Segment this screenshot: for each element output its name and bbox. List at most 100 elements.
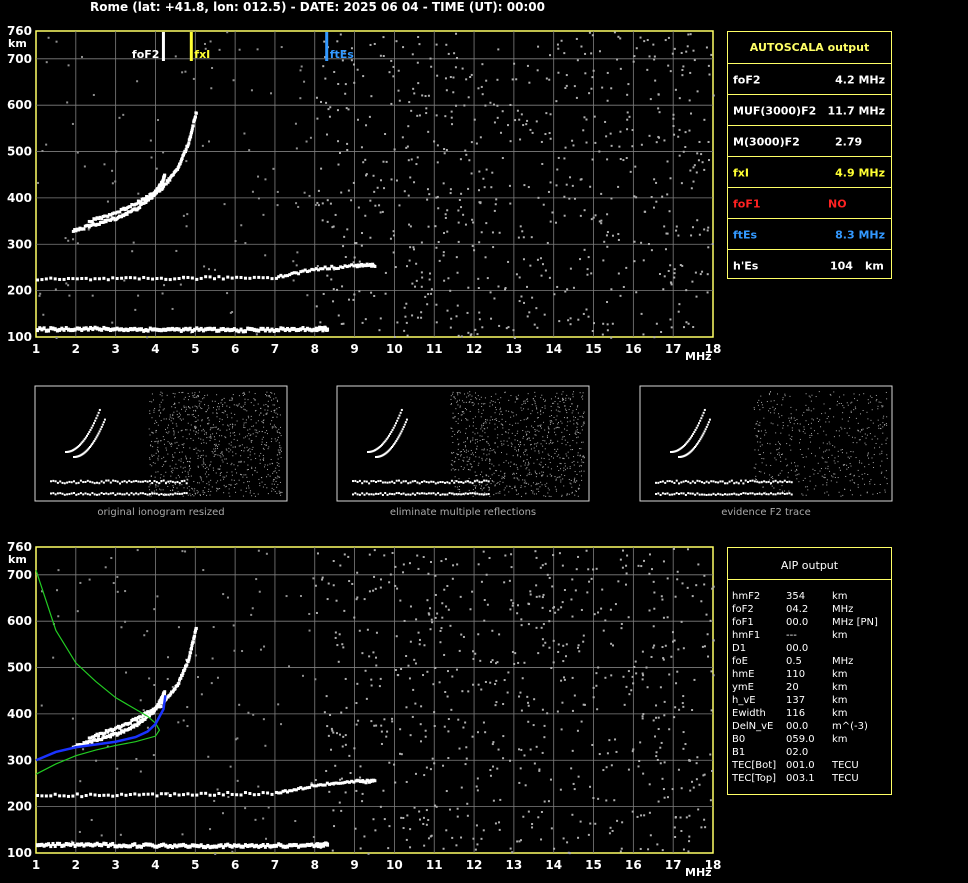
noise-point — [463, 441, 465, 443]
noise-point — [475, 448, 477, 450]
x-tick-label: 1 — [32, 342, 40, 356]
noise-point — [522, 236, 525, 239]
noise-point — [489, 419, 491, 421]
noise-point — [214, 438, 216, 440]
noise-point — [425, 107, 428, 110]
noise-point — [238, 703, 241, 706]
noise-point — [650, 195, 653, 198]
noise-point — [677, 648, 680, 651]
noise-point — [614, 603, 617, 606]
echo-trace — [386, 436, 389, 439]
noise-point — [682, 705, 685, 708]
noise-point — [680, 787, 683, 790]
noise-point — [688, 99, 691, 102]
noise-point — [148, 428, 150, 430]
noise-point — [195, 426, 197, 428]
noise-point — [530, 413, 532, 415]
noise-point — [157, 457, 159, 459]
noise-point — [573, 391, 575, 393]
noise-point — [627, 616, 630, 619]
echo-trace — [388, 492, 391, 495]
noise-point — [696, 152, 699, 155]
noise-point — [200, 693, 203, 696]
noise-point — [433, 711, 436, 714]
noise-point — [518, 748, 521, 751]
noise-point — [326, 725, 329, 728]
noise-point — [828, 421, 830, 423]
noise-point — [564, 428, 566, 430]
noise-point — [541, 751, 544, 754]
echo-trace — [66, 277, 70, 281]
noise-point — [496, 419, 498, 421]
noise-point — [228, 447, 230, 449]
noise-point — [188, 433, 190, 435]
noise-point — [434, 593, 437, 596]
noise-point — [380, 179, 383, 182]
noise-point — [617, 272, 620, 275]
noise-point — [226, 596, 229, 599]
noise-point — [202, 439, 204, 441]
noise-point — [465, 746, 468, 749]
noise-point — [527, 704, 530, 707]
noise-point — [543, 736, 546, 739]
noise-point — [408, 259, 411, 262]
noise-point — [231, 399, 233, 401]
noise-point — [242, 392, 244, 394]
noise-point — [549, 137, 552, 140]
echo-trace — [61, 481, 64, 484]
noise-point — [230, 444, 232, 446]
noise-point — [165, 418, 167, 420]
noise-point — [493, 472, 495, 474]
noise-point — [521, 404, 523, 406]
noise-point — [238, 403, 240, 405]
noise-point — [428, 193, 431, 196]
noise-point — [653, 591, 656, 594]
noise-point — [652, 646, 655, 649]
noise-point — [72, 238, 75, 241]
noise-point — [579, 455, 581, 457]
echo-trace — [49, 276, 53, 280]
noise-point — [494, 412, 496, 414]
noise-point — [149, 434, 151, 436]
noise-point — [280, 723, 283, 726]
noise-point — [834, 473, 836, 475]
noise-point — [373, 575, 376, 578]
noise-point — [315, 305, 318, 308]
noise-point — [552, 661, 555, 664]
noise-point — [240, 461, 242, 463]
noise-point — [499, 483, 501, 485]
noise-point — [467, 286, 470, 289]
noise-point — [490, 661, 493, 664]
noise-point — [156, 595, 159, 598]
noise-point — [455, 408, 457, 410]
x-tick-label: 17 — [665, 858, 682, 872]
noise-point — [337, 82, 340, 85]
noise-point — [271, 490, 273, 492]
noise-point — [574, 494, 576, 496]
noise-point — [462, 726, 465, 729]
noise-point — [684, 145, 687, 148]
noise-point — [347, 298, 350, 301]
noise-point — [425, 766, 428, 769]
noise-point — [569, 267, 572, 270]
noise-point — [530, 236, 533, 239]
noise-point — [249, 448, 251, 450]
echo-trace — [171, 493, 174, 496]
noise-point — [491, 474, 493, 476]
noise-point — [263, 419, 265, 421]
noise-point — [643, 814, 646, 817]
noise-point — [198, 405, 200, 407]
noise-point — [635, 196, 638, 199]
noise-point — [535, 493, 537, 495]
noise-point — [510, 566, 513, 569]
noise-point — [664, 248, 667, 251]
noise-point — [368, 553, 371, 556]
noise-point — [248, 149, 251, 152]
noise-point — [574, 477, 576, 479]
noise-point — [664, 644, 667, 647]
noise-point — [538, 463, 540, 465]
noise-point — [452, 393, 454, 395]
noise-point — [469, 463, 471, 465]
noise-point — [489, 402, 491, 404]
noise-point — [503, 476, 505, 478]
